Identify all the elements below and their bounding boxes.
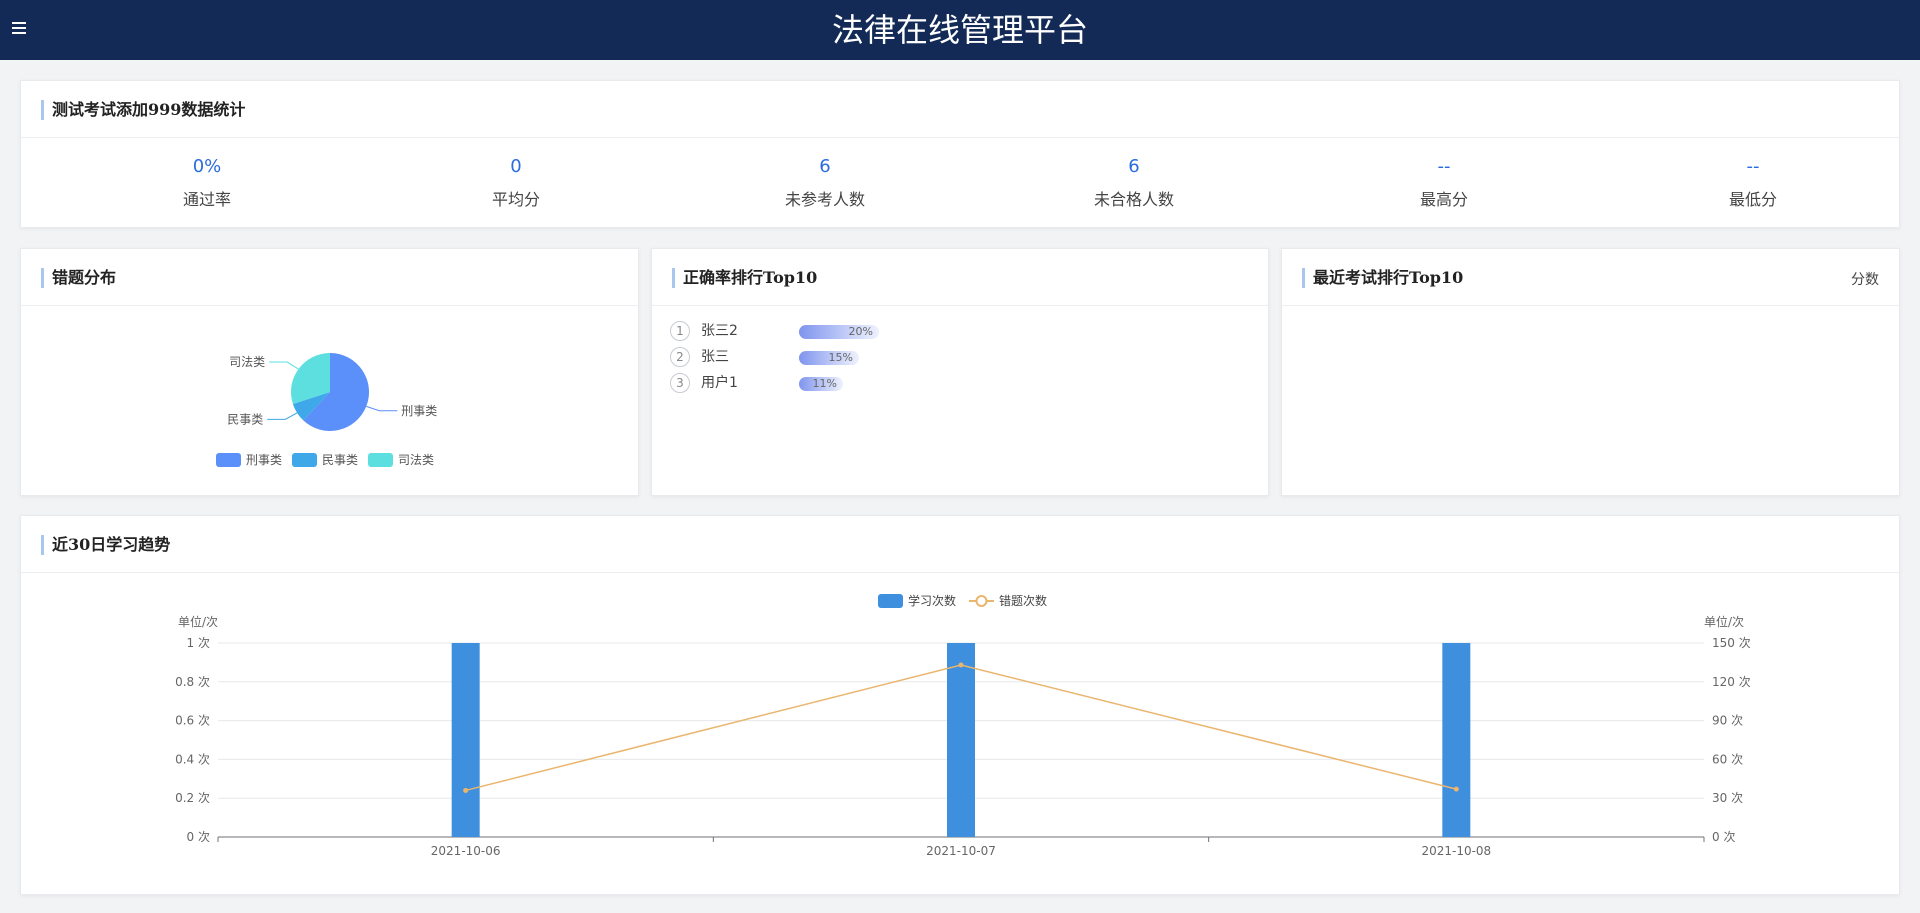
stat-value: 0% xyxy=(192,156,222,177)
error-distribution-card: 错题分布 刑事类 民事类 司法类 刑事类 民事类 司法类 xyxy=(20,248,639,496)
stat-value: 6 xyxy=(1128,156,1140,177)
pie-slice-label: 民事类 xyxy=(227,412,263,426)
rank-progress-bar: 20% xyxy=(799,325,879,339)
left-axis-tick: 1 次 xyxy=(187,636,210,650)
rank-row: 1 张三2 20% xyxy=(670,321,920,343)
left-axis-tick: 0.2 次 xyxy=(175,791,210,805)
legend-label[interactable]: 错题次数 xyxy=(999,593,1047,608)
stat-label: 最高分 xyxy=(1419,190,1468,209)
stat-value: 6 xyxy=(819,156,831,177)
accuracy-rank-title: 正确率排行Top10 xyxy=(672,268,817,288)
recent-rank-title: 最近考试排行Top10 xyxy=(1302,268,1463,288)
line-point[interactable] xyxy=(958,662,964,668)
right-axis-tick: 30 次 xyxy=(1712,791,1743,805)
legend-swatch-bar[interactable] xyxy=(878,594,903,608)
legend-swatch[interactable] xyxy=(368,453,393,467)
rank-row: 3 用户1 11% xyxy=(670,373,920,395)
right-axis-tick: 150 次 xyxy=(1712,636,1751,650)
trend-header: 近30日学习趋势 xyxy=(21,516,1899,573)
rank-percent: 11% xyxy=(812,377,837,390)
accuracy-rank-header: 正确率排行Top10 xyxy=(652,249,1268,306)
pie-slice-label: 司法类 xyxy=(229,355,265,369)
right-axis-tick: 0 次 xyxy=(1712,830,1735,844)
accuracy-rank-card: 正确率排行Top10 1 张三2 20% 2 张三 15% 3 用户1 11% xyxy=(651,248,1269,496)
trend-chart: 0 次 0.2 次 0.4 次 0.6 次 0.8 次 1 次 0 次 30 次 60 次 90 … xyxy=(175,593,1751,858)
summary-card: 测试考试添加999数据统计 0% 通过率 0 平均分 6 未参考人数 6 未合格… xyxy=(20,80,1900,228)
rank-number: 1 xyxy=(670,321,690,341)
stat-value: 0 xyxy=(510,156,522,177)
error-distribution-header: 错题分布 xyxy=(21,249,638,306)
stat-average-score: 0 平均分 xyxy=(416,156,616,210)
rank-percent: 15% xyxy=(828,351,853,364)
x-axis-label: 2021-10-08 xyxy=(1421,844,1491,858)
rank-progress-bar: 11% xyxy=(799,377,843,391)
pie-slice-label: 刑事类 xyxy=(401,404,437,418)
stat-lowest-score: -- 最低分 xyxy=(1653,156,1853,210)
x-axis-label: 2021-10-06 xyxy=(431,844,501,858)
right-axis-tick: 60 次 xyxy=(1712,752,1743,766)
left-axis-tick: 0 次 xyxy=(187,830,210,844)
legend-label[interactable]: 学习次数 xyxy=(908,593,956,608)
left-axis-tick: 0.4 次 xyxy=(175,752,210,766)
stat-pass-rate: 0% 通过率 xyxy=(107,156,307,210)
left-axis-tick: 0.8 次 xyxy=(175,675,210,689)
stat-label: 通过率 xyxy=(182,190,231,209)
pie-label-line xyxy=(269,361,299,370)
stat-failed-count: 6 未合格人数 xyxy=(1034,156,1234,210)
left-axis-tick: 0.6 次 xyxy=(175,714,210,728)
top-bar: 法律在线管理平台 xyxy=(0,0,1920,60)
rank-progress-bar: 15% xyxy=(799,351,859,365)
legend-label[interactable]: 刑事类 xyxy=(246,453,282,467)
error-distribution-title: 错题分布 xyxy=(41,268,116,288)
legend-swatch[interactable] xyxy=(216,453,241,467)
trend-card: 近30日学习趋势 0 次 0.2 次 0.4 次 0.6 次 0.8 次 1 次 0 次 30… xyxy=(20,515,1900,895)
legend-label[interactable]: 民事类 xyxy=(322,453,358,467)
rank-name: 张三2 xyxy=(701,323,738,339)
pie-chart: 刑事类民事类司法类刑事类 民事类 司法类 xyxy=(216,353,437,467)
x-axis-label: 2021-10-07 xyxy=(926,844,996,858)
left-axis-label: 单位/次 xyxy=(178,614,218,629)
line-point[interactable] xyxy=(463,787,469,793)
stat-value: -- xyxy=(1746,156,1760,177)
bar-study-count[interactable] xyxy=(451,643,480,837)
rank-number: 2 xyxy=(670,347,690,367)
stat-label: 未参考人数 xyxy=(784,190,865,209)
trend-title: 近30日学习趋势 xyxy=(41,535,170,555)
score-label: 分数 xyxy=(1851,272,1879,288)
legend-label[interactable]: 司法类 xyxy=(398,453,434,467)
stat-label: 平均分 xyxy=(491,190,540,209)
line-point[interactable] xyxy=(1453,786,1459,792)
stat-label: 最低分 xyxy=(1728,190,1777,209)
legend-marker[interactable] xyxy=(975,595,988,607)
bar-study-count[interactable] xyxy=(947,643,975,837)
stat-highest-score: -- 最高分 xyxy=(1344,156,1544,210)
pie-label-line xyxy=(366,405,398,412)
right-axis-tick: 90 次 xyxy=(1712,714,1743,728)
rank-number: 3 xyxy=(670,373,690,393)
summary-title: 测试考试添加999数据统计 xyxy=(41,100,245,120)
recent-rank-header: 最近考试排行Top10 分数 xyxy=(1282,249,1899,306)
app-title: 法律在线管理平台 xyxy=(831,11,1088,49)
rank-name: 张三 xyxy=(701,349,729,365)
rank-percent: 20% xyxy=(848,325,873,338)
rank-row: 2 张三 15% xyxy=(670,347,920,369)
stat-absent-count: 6 未参考人数 xyxy=(725,156,925,210)
stat-label: 未合格人数 xyxy=(1093,190,1174,209)
pie-label-line xyxy=(267,412,298,420)
right-axis-tick: 120 次 xyxy=(1712,675,1751,689)
rank-name: 用户1 xyxy=(701,375,738,391)
right-axis-label: 单位/次 xyxy=(1704,614,1744,629)
stat-value: -- xyxy=(1437,156,1451,177)
legend-swatch[interactable] xyxy=(292,453,317,467)
recent-rank-card: 最近考试排行Top10 分数 xyxy=(1281,248,1900,496)
summary-card-header: 测试考试添加999数据统计 xyxy=(21,81,1899,138)
bar-study-count[interactable] xyxy=(1442,643,1471,837)
